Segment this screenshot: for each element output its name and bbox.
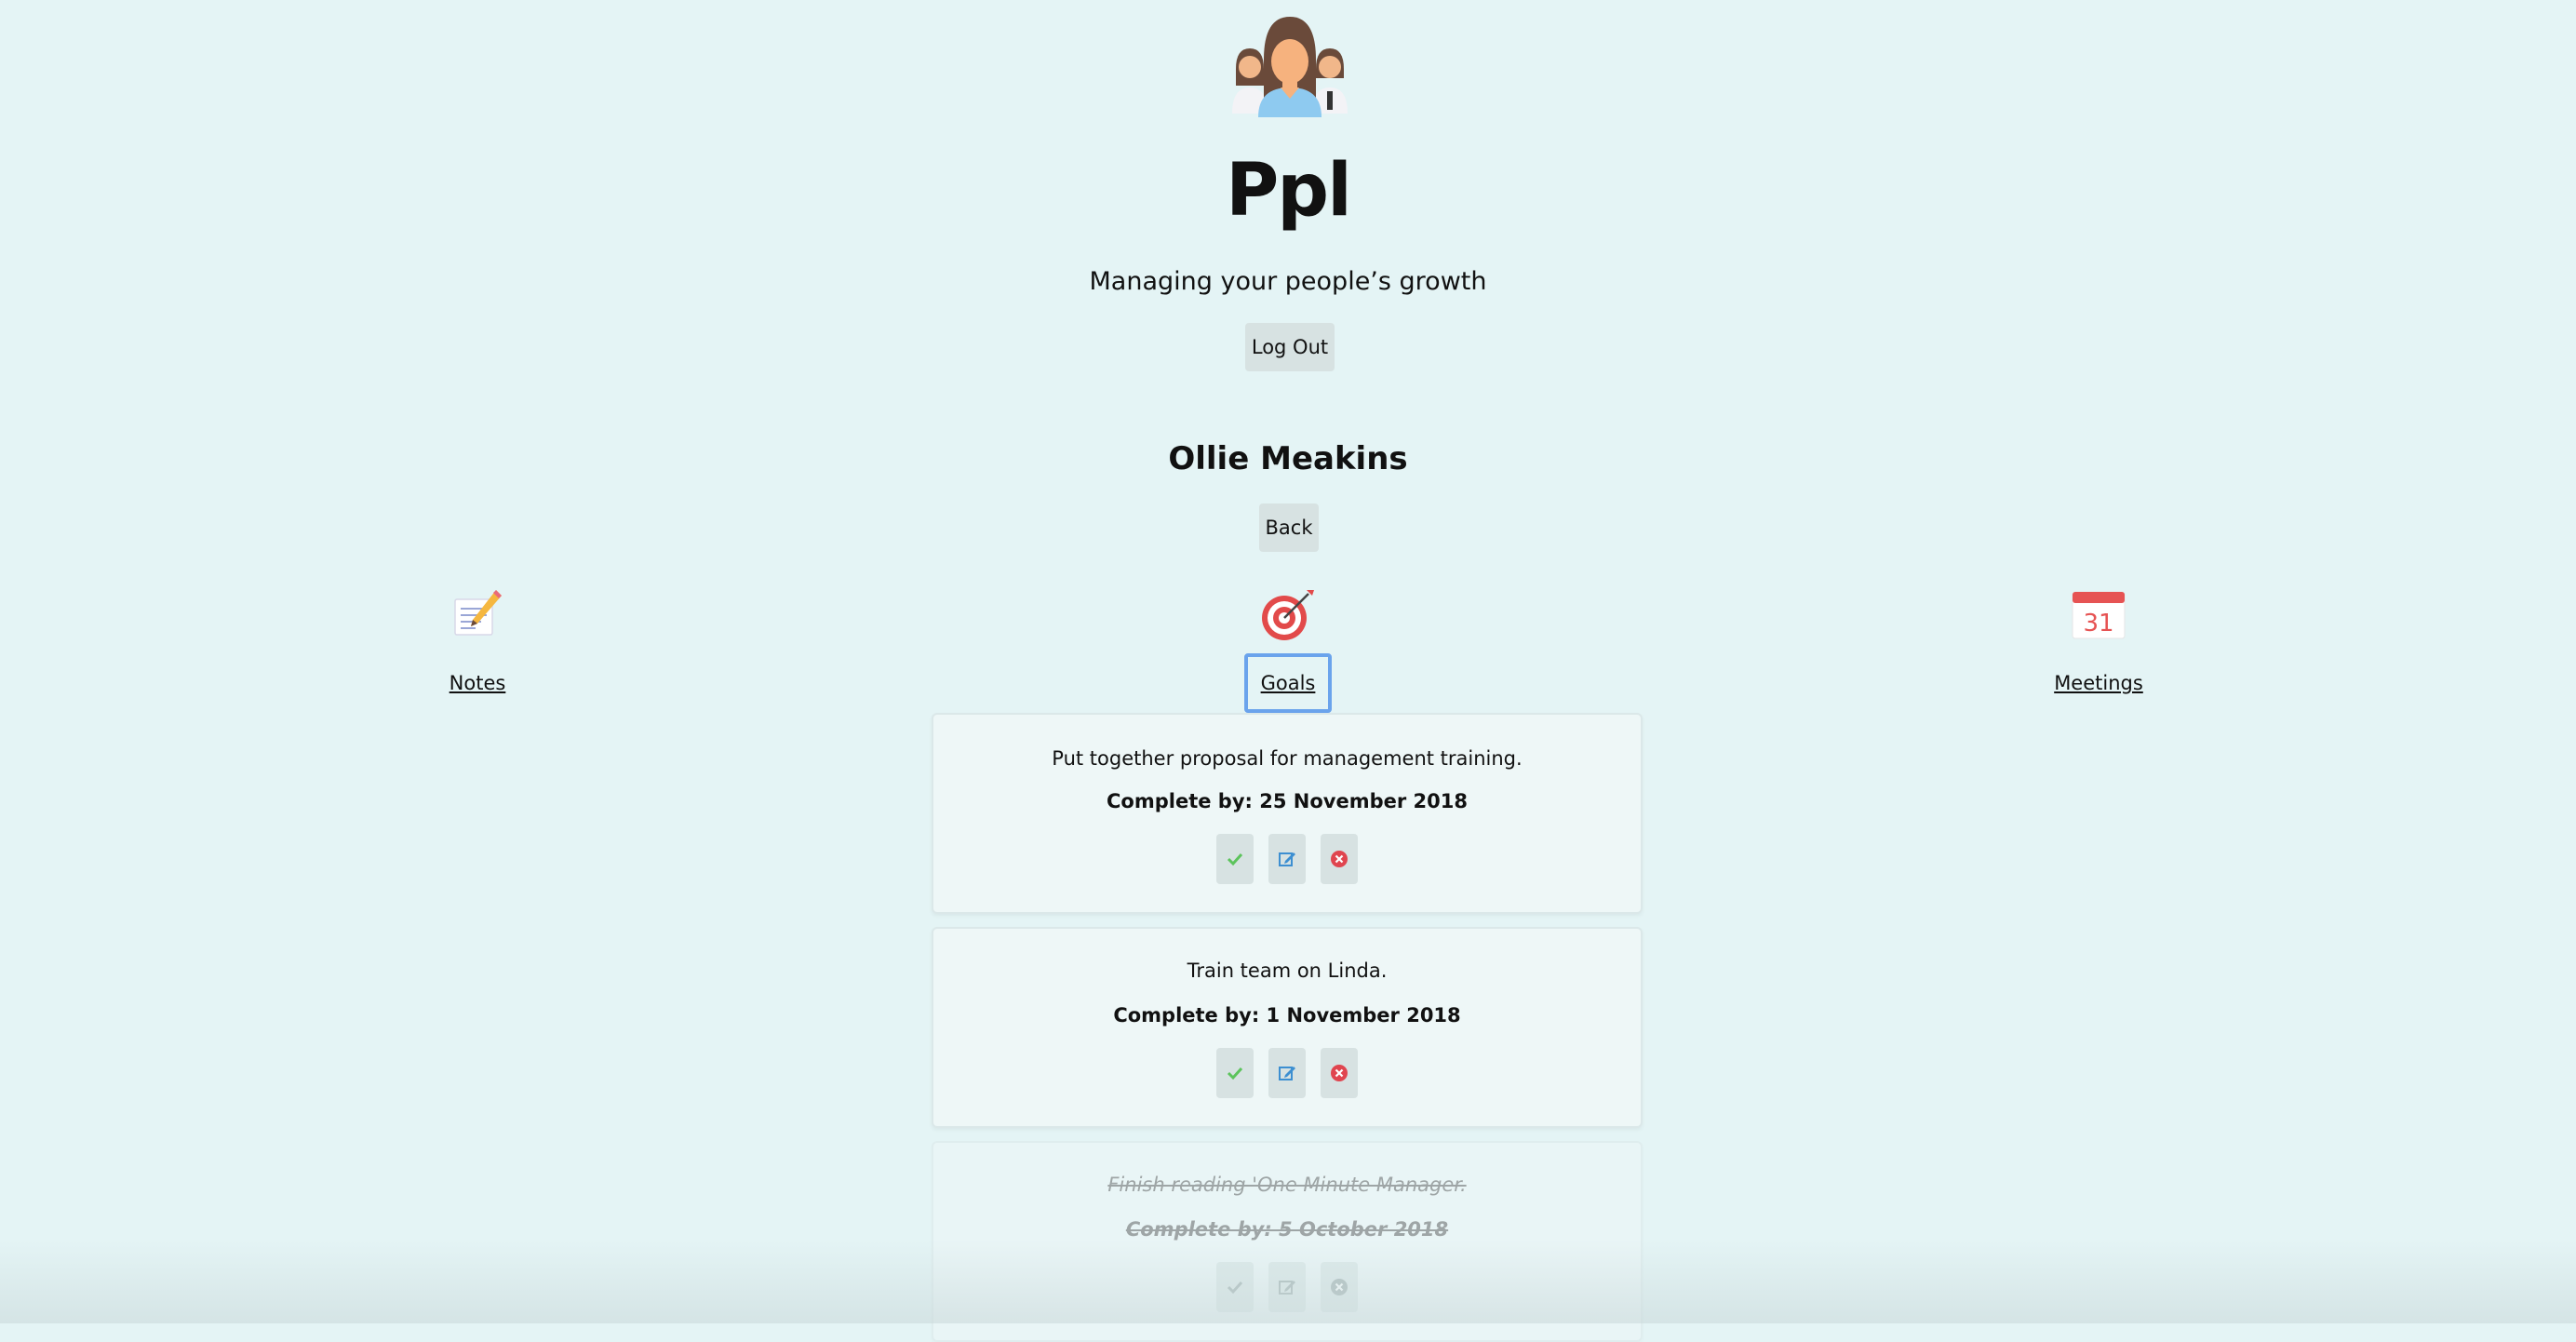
back-button[interactable]: Back [1259,503,1319,552]
target-icon[interactable] [1260,586,1316,642]
goal-card: Train team on Linda. Complete by: 1 Nove… [932,927,1643,1128]
nav-item-goals: Goals [1195,586,1381,713]
delete-goal-button[interactable] [1321,834,1358,884]
check-icon [1227,1067,1243,1080]
person-name: Ollie Meakins [1168,440,1408,477]
edit-icon [1279,1067,1295,1080]
delete-goal-button[interactable] [1321,1048,1358,1098]
app-title: Ppl [1226,149,1352,233]
nav-link-notes[interactable]: Notes [433,653,523,713]
check-icon [1227,1281,1243,1295]
edit-goal-button[interactable] [1268,1262,1306,1312]
nav-item-meetings: 31 Meetings [2006,586,2192,713]
delete-icon [1331,1065,1348,1081]
complete-goal-button[interactable] [1216,1048,1254,1098]
nav-link-meetings[interactable]: Meetings [2037,653,2160,713]
calendar-icon[interactable]: 31 [2071,586,2127,642]
edit-goal-button[interactable] [1268,1048,1306,1098]
nav-item-notes: Notes [384,586,570,713]
calendar-day: 31 [2083,610,2113,637]
goal-card: Put together proposal for management tra… [932,713,1643,914]
logout-button[interactable]: Log Out [1245,323,1335,371]
edit-icon [1279,852,1295,866]
goal-card-completed: Finish reading 'One Minute Manager. Comp… [932,1141,1643,1342]
goal-date: Complete by: 25 November 2018 [1107,790,1468,812]
edit-icon [1279,1281,1295,1295]
goal-actions [933,834,1641,884]
nav-link-goals[interactable]: Goals [1243,653,1333,713]
goal-actions [933,1262,1641,1312]
goal-date: Complete by: 1 November 2018 [1113,1004,1461,1027]
tagline: Managing your people’s growth [1089,267,1487,296]
goal-text: Train team on Linda. [1187,960,1388,982]
people-group-icon [1232,17,1348,117]
goal-actions [933,1048,1641,1098]
memo-icon[interactable] [449,586,505,642]
goal-date: Complete by: 5 October 2018 [1125,1218,1449,1241]
complete-goal-button[interactable] [1216,834,1254,884]
delete-goal-button[interactable] [1321,1262,1358,1312]
delete-icon [1331,1279,1348,1295]
delete-icon [1331,851,1348,867]
check-icon [1227,852,1243,866]
complete-goal-button[interactable] [1216,1262,1254,1312]
goal-text: Finish reading 'One Minute Manager. [1107,1174,1467,1196]
goal-text: Put together proposal for management tra… [1052,747,1523,770]
edit-goal-button[interactable] [1268,834,1306,884]
page: Ppl Managing your people’s growth Log Ou… [0,0,2576,1342]
